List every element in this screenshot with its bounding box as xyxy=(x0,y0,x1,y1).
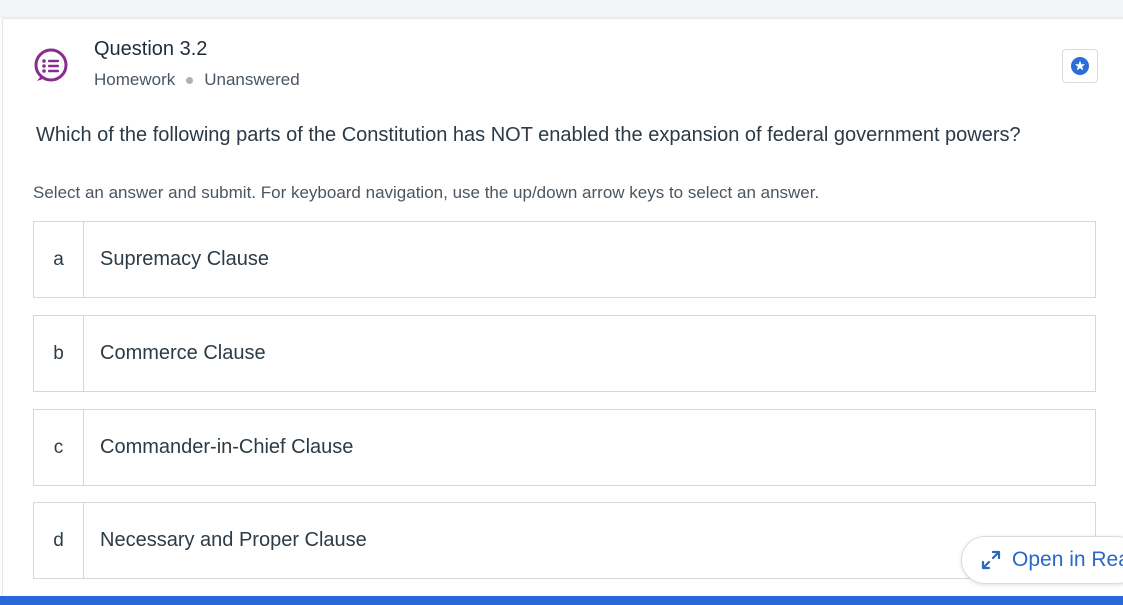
option-letter: c xyxy=(34,410,84,485)
option-text: Supremacy Clause xyxy=(100,248,269,270)
star-icon xyxy=(1071,57,1089,75)
question-list-icon xyxy=(34,48,68,82)
option-letter: b xyxy=(34,316,84,391)
bookmark-button[interactable] xyxy=(1062,49,1098,83)
option-letter: d xyxy=(34,503,84,578)
bottom-accent-bar xyxy=(0,596,1123,605)
top-strip xyxy=(0,0,1123,18)
answer-option-b[interactable]: b Commerce Clause xyxy=(33,315,1096,392)
open-in-reader-label: Open in Reader xyxy=(1012,548,1123,571)
question-meta: Homework Unanswered xyxy=(94,70,300,90)
answer-option-d[interactable]: d Necessary and Proper Clause xyxy=(33,502,1096,579)
open-in-reader-button[interactable]: Open in Reader xyxy=(961,536,1123,584)
answer-instructions: Select an answer and submit. For keyboar… xyxy=(33,183,820,202)
question-title: Question 3.2 xyxy=(94,38,208,60)
question-type: Homework xyxy=(94,70,176,89)
option-text: Necessary and Proper Clause xyxy=(100,529,367,551)
option-text: Commerce Clause xyxy=(100,342,266,364)
question-status: Unanswered xyxy=(204,70,300,89)
question-prompt: Which of the following parts of the Cons… xyxy=(36,124,1021,146)
option-letter: a xyxy=(34,222,84,297)
expand-arrows-icon xyxy=(981,550,1001,570)
separator-dot xyxy=(186,76,194,84)
answer-option-a[interactable]: a Supremacy Clause xyxy=(33,221,1096,298)
answer-option-c[interactable]: c Commander-in-Chief Clause xyxy=(33,409,1096,486)
option-text: Commander-in-Chief Clause xyxy=(100,436,354,458)
